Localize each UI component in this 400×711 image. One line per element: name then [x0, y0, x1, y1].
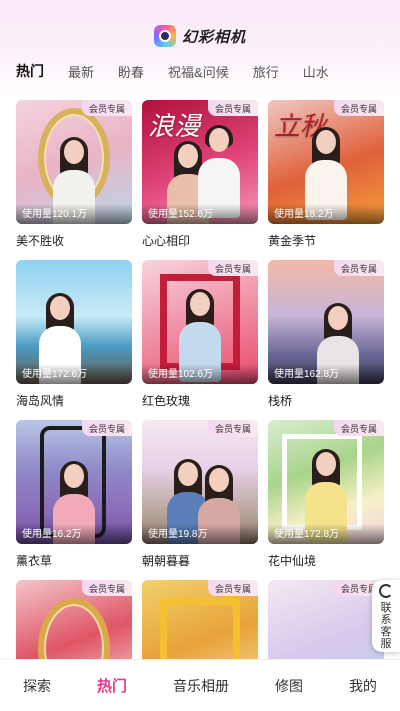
template-title: 朝朝暮暮 [142, 554, 191, 568]
nav-hot[interactable]: 热门 [97, 675, 127, 696]
member-badge: 会员专属 [333, 100, 384, 116]
usage-count: 使用量 152.6万 [142, 204, 258, 224]
bottom-navigation: 探索 热门 音乐相册 修图 我的 [0, 659, 400, 711]
template-card[interactable]: 会员专属 使用量 19.8万 朝朝暮暮 [142, 420, 258, 580]
app-title: 幻彩相机 [181, 28, 246, 46]
template-thumbnail: 会员专属 使用量 102.6万 [142, 260, 258, 384]
template-card[interactable]: 会员专属 使用量 120.1万 美不胜收 [16, 100, 132, 260]
member-badge: 会员专属 [207, 260, 258, 276]
tab-travel[interactable]: 旅行 [241, 62, 291, 81]
headset-icon [379, 584, 393, 598]
template-thumbnail: 使用量 172.6万 [16, 260, 132, 384]
customer-service-label: 联系客服 [380, 602, 392, 650]
usage-count: 使用量 102.6万 [142, 364, 258, 384]
member-badge: 会员专属 [207, 580, 258, 596]
member-badge: 会员专属 [81, 100, 132, 116]
nav-retouch[interactable]: 修图 [275, 676, 303, 696]
customer-service-button[interactable]: 联系客服 [372, 580, 400, 652]
member-badge: 会员专属 [81, 580, 132, 596]
usage-count: 使用量 19.8万 [142, 524, 258, 544]
template-thumbnail: 会员专属 使用量 16.2万 [16, 420, 132, 544]
template-card[interactable]: 会员专属 使用量 16.2万 薰衣草 [16, 420, 132, 580]
usage-count: 使用量 120.1万 [16, 204, 132, 224]
template-title: 心心相印 [142, 234, 191, 248]
template-title: 美不胜收 [16, 234, 65, 248]
template-thumbnail: 立秋 会员专属 使用量 18.2万 [268, 100, 384, 224]
template-card[interactable]: 会员专属 使用量 102.6万 红色玫瑰 [142, 260, 258, 420]
template-title: 薰衣草 [16, 554, 53, 568]
template-card[interactable]: 浪漫 会员专属 使用量 152.6万 心心相印 [142, 100, 258, 260]
app-logo-icon [153, 25, 176, 47]
usage-count: 使用量 172.8万 [268, 524, 384, 544]
template-title: 栈桥 [268, 394, 293, 408]
tab-landscape[interactable]: 山水 [291, 62, 341, 81]
category-tabs: 热门 最新 盼春 祝福&问候 旅行 山水 [0, 58, 400, 84]
usage-count: 使用量 172.6万 [16, 364, 132, 384]
tab-newest[interactable]: 最新 [56, 62, 106, 81]
template-thumbnail: 浪漫 会员专属 使用量 152.6万 [142, 100, 258, 224]
member-badge: 会员专属 [81, 420, 132, 436]
template-title: 海岛风情 [16, 394, 65, 408]
template-card[interactable]: 使用量 172.6万 海岛风情 [16, 260, 132, 420]
template-thumbnail: 会员专属 使用量 120.1万 [16, 100, 132, 224]
usage-count: 使用量 18.2万 [268, 204, 384, 224]
tab-spring[interactable]: 盼春 [106, 62, 156, 81]
usage-count: 使用量 162.8万 [268, 364, 384, 384]
app-header: 幻彩相机 [0, 22, 400, 50]
template-title: 红色玫瑰 [142, 394, 191, 408]
template-thumbnail: 会员专属 使用量 162.8万 [268, 260, 384, 384]
member-badge: 会员专属 [333, 420, 384, 436]
tab-hot[interactable]: 热门 [0, 61, 56, 81]
nav-music-album[interactable]: 音乐相册 [173, 676, 229, 696]
member-badge: 会员专属 [333, 260, 384, 276]
tab-greetings[interactable]: 祝福&问候 [156, 62, 241, 81]
template-grid: 会员专属 使用量 120.1万 美不胜收 浪漫 会员专属 使用量 152.6万 心心… [16, 100, 384, 711]
template-title: 花中仙境 [268, 554, 317, 568]
template-thumbnail: 会员专属 使用量 19.8万 [142, 420, 258, 544]
member-badge: 会员专属 [207, 100, 258, 116]
member-badge: 会员专属 [207, 420, 258, 436]
template-thumbnail: 会员专属 使用量 172.8万 [268, 420, 384, 544]
template-card[interactable]: 会员专属 使用量 172.8万 花中仙境 [268, 420, 384, 580]
usage-count: 使用量 16.2万 [16, 524, 132, 544]
template-card[interactable]: 立秋 会员专属 使用量 18.2万 黄金季节 [268, 100, 384, 260]
nav-explore[interactable]: 探索 [23, 676, 51, 696]
template-card[interactable]: 会员专属 使用量 162.8万 栈桥 [268, 260, 384, 420]
template-title: 黄金季节 [268, 234, 317, 248]
nav-mine[interactable]: 我的 [349, 676, 377, 696]
